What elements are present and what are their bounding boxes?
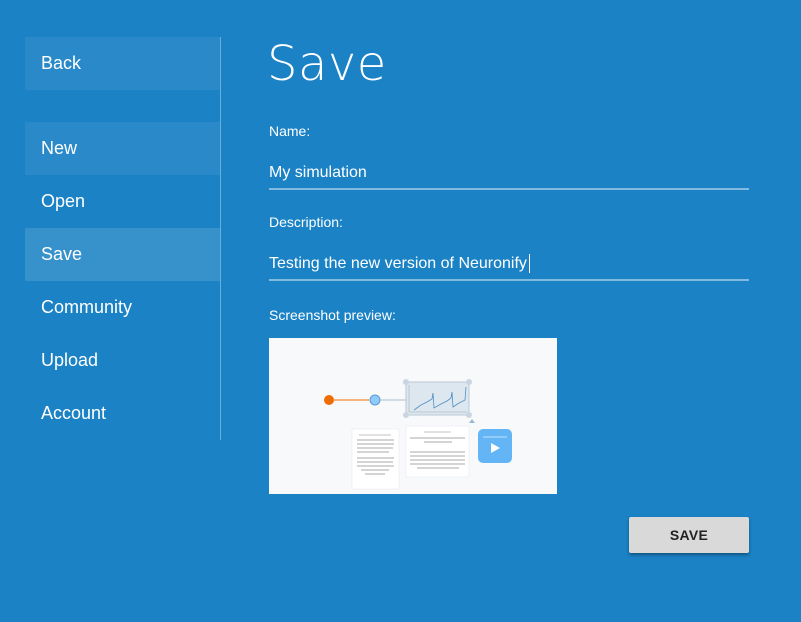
current-source-icon [324, 395, 334, 405]
screenshot-preview [269, 338, 557, 494]
sidebar-item-upload[interactable]: Upload [25, 334, 220, 387]
description-label: Description: [269, 214, 343, 230]
preview-note-card [351, 428, 400, 490]
sidebar-item-open[interactable]: Open [25, 175, 220, 228]
sidebar-item-label: New [41, 138, 78, 158]
back-label: Back [41, 53, 82, 73]
neuron-icon [369, 394, 381, 406]
sidebar-item-label: Open [41, 191, 86, 211]
sidebar-item-label: Upload [41, 350, 99, 370]
name-field[interactable] [269, 158, 749, 190]
sidebar-item-label: Community [41, 297, 133, 317]
sidebar-item-community[interactable]: Community [25, 281, 220, 334]
back-button[interactable]: Back [25, 37, 220, 90]
sidebar-item-save[interactable]: Save [25, 228, 220, 281]
sidebar-item-label: Save [41, 244, 83, 264]
name-input[interactable] [269, 158, 749, 188]
sidebar-item-account[interactable]: Account [25, 387, 220, 440]
preview-label: Screenshot preview: [269, 307, 396, 323]
page-title: Save [267, 36, 387, 92]
description-input[interactable] [269, 249, 749, 279]
preview-note-card [405, 425, 470, 478]
sidebar: Back New Open Save Community Upload Acco… [25, 37, 221, 440]
sidebar-item-label: Account [41, 403, 107, 423]
preview-thumbnail [324, 379, 512, 490]
save-button[interactable]: SAVE [629, 517, 749, 553]
save-page: Back New Open Save Community Upload Acco… [0, 0, 801, 622]
name-label: Name: [269, 123, 311, 139]
description-field[interactable] [269, 249, 749, 281]
text-cursor [529, 254, 530, 273]
voltmeter-plot [405, 381, 470, 416]
sidebar-item-new[interactable]: New [25, 122, 220, 175]
